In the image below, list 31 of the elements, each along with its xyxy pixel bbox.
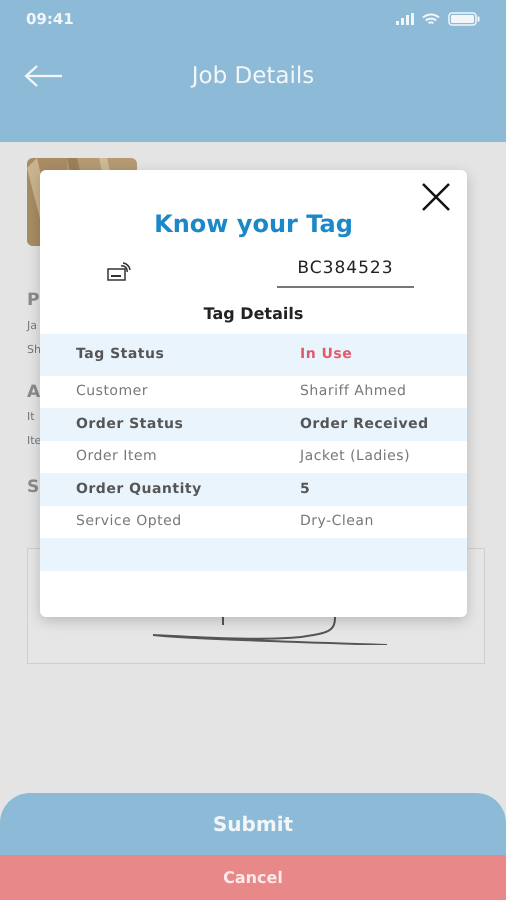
row-label: Customer (76, 382, 150, 402)
row-value: In Use (300, 345, 352, 364)
tag-scan-icon (107, 262, 131, 282)
detail-text: Ite (27, 433, 42, 449)
section-heading: A (27, 380, 40, 404)
submit-button[interactable]: Submit (0, 793, 506, 855)
detail-text: It (27, 409, 35, 425)
row-value: Jacket (Ladies) (300, 447, 410, 466)
row-value: Shariff Ahmed (300, 382, 406, 402)
row-value: Dry-Clean (300, 512, 374, 532)
row-label: Service Opted (76, 512, 183, 532)
row-value: Order Received (300, 414, 429, 434)
signal-icon (396, 13, 414, 25)
row-value: 5 (300, 480, 310, 499)
section-title: Tag Details (202, 302, 304, 324)
detail-text: Ja (27, 318, 37, 334)
close-button[interactable] (421, 182, 451, 212)
row-label: Order Quantity (76, 480, 203, 499)
dialog-title: Know your Tag (154, 210, 353, 238)
row-label: Order Status (76, 414, 184, 434)
section-heading: S (27, 476, 40, 499)
battery-icon (448, 12, 480, 26)
row-label: Order Item (76, 447, 158, 466)
tag-input[interactable]: BC384523 (277, 256, 414, 288)
wifi-icon (422, 12, 440, 26)
status-time: 09:41 (26, 8, 74, 30)
section-heading: P (27, 289, 40, 312)
screen-title: Job Details (190, 62, 316, 91)
cancel-button[interactable]: Cancel (0, 855, 506, 900)
row-label: Tag Status (76, 345, 166, 364)
detail-text: Sh (27, 342, 41, 358)
